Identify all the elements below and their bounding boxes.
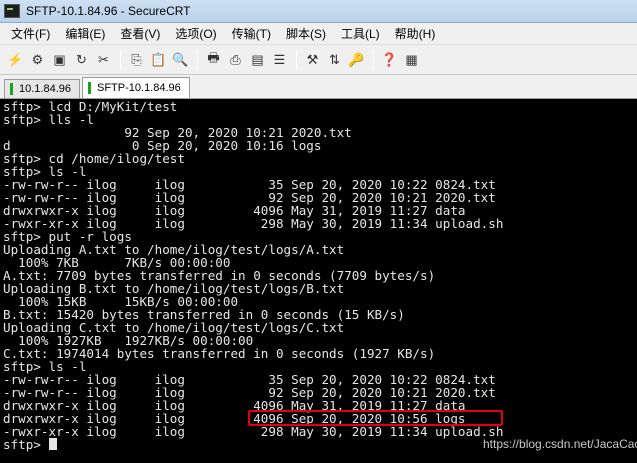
menu-view[interactable]: 查看(V) xyxy=(115,23,165,44)
about-icon[interactable]: ▦ xyxy=(401,49,422,70)
keymap-icon[interactable]: 🔑 xyxy=(346,49,367,70)
tab-label: 10.1.84.96 xyxy=(19,83,71,95)
quick-connect-icon[interactable]: ⚙ xyxy=(27,49,48,70)
terminal-prompt: sftp> xyxy=(3,437,49,452)
connected-indicator-icon xyxy=(10,83,13,95)
help-icon[interactable]: ❓ xyxy=(379,49,400,70)
title-bar[interactable]: SFTP-10.1.84.96 - SecureCRT xyxy=(0,0,637,23)
find-icon[interactable]: 🔍 xyxy=(170,49,191,70)
menu-script[interactable]: 脚本(S) xyxy=(281,23,331,44)
reconnect-icon[interactable]: ↻ xyxy=(71,49,92,70)
menu-transfer[interactable]: 传输(T) xyxy=(227,23,276,44)
window-title: SFTP-10.1.84.96 - SecureCRT xyxy=(26,4,191,18)
copy-icon[interactable]: ⎘ xyxy=(126,49,147,70)
toolbar-divider xyxy=(120,49,121,70)
text-cursor xyxy=(48,438,57,450)
terminal-line: sftp> cd /home/ilog/test xyxy=(3,151,185,166)
disconnect-icon[interactable]: ✂ xyxy=(93,49,114,70)
global-options-icon[interactable]: ⚒ xyxy=(302,49,323,70)
securecrt-app-icon xyxy=(4,4,20,18)
terminal-output[interactable]: sftp> lcd D:/MyKit/test sftp> lls -l 92 … xyxy=(0,99,637,463)
connect-in-tab-icon[interactable]: ▣ xyxy=(49,49,70,70)
toolbar-divider xyxy=(197,49,198,70)
print-setup-icon[interactable]: ▤ xyxy=(247,49,268,70)
terminal-line: sftp> lcd D:/MyKit/test xyxy=(3,99,178,114)
session-tab-bar: 10.1.84.96 SFTP-10.1.84.96 xyxy=(0,75,637,99)
paste-icon[interactable]: 📋 xyxy=(148,49,169,70)
toolbar-divider xyxy=(296,49,297,70)
connected-indicator-icon xyxy=(88,82,91,94)
connect-icon[interactable]: ⚡ xyxy=(5,49,26,70)
session-options-icon[interactable]: ☰ xyxy=(269,49,290,70)
tab-sftp-session[interactable]: SFTP-10.1.84.96 xyxy=(82,77,190,98)
menu-options[interactable]: 选项(O) xyxy=(170,23,221,44)
menu-edit[interactable]: 编辑(E) xyxy=(60,23,110,44)
menu-bar: 文件(F) 编辑(E) 查看(V) 选项(O) 传输(T) 脚本(S) 工具(L… xyxy=(0,23,637,45)
toolbar: ⚡ ⚙ ▣ ↻ ✂ ⎘ 📋 🔍 🖶 ⎙ ▤ ☰ ⚒ ⇅ 🔑 ❓ ▦ xyxy=(0,45,637,75)
print-selection-icon[interactable]: ⎙ xyxy=(225,49,246,70)
watermark: https://blog.csdn.net/JacaCao xyxy=(483,437,637,451)
tab-label: SFTP-10.1.84.96 xyxy=(97,82,181,94)
terminal-line: C.txt: 1974014 bytes transferred in 0 se… xyxy=(3,346,436,361)
menu-help[interactable]: 帮助(H) xyxy=(390,23,441,44)
tab-ssh-session[interactable]: 10.1.84.96 xyxy=(4,79,80,98)
print-icon[interactable]: 🖶 xyxy=(203,49,224,70)
menu-file[interactable]: 文件(F) xyxy=(6,23,55,44)
sftp-icon[interactable]: ⇅ xyxy=(324,49,345,70)
menu-tools[interactable]: 工具(L) xyxy=(336,23,385,44)
toolbar-divider xyxy=(373,49,374,70)
